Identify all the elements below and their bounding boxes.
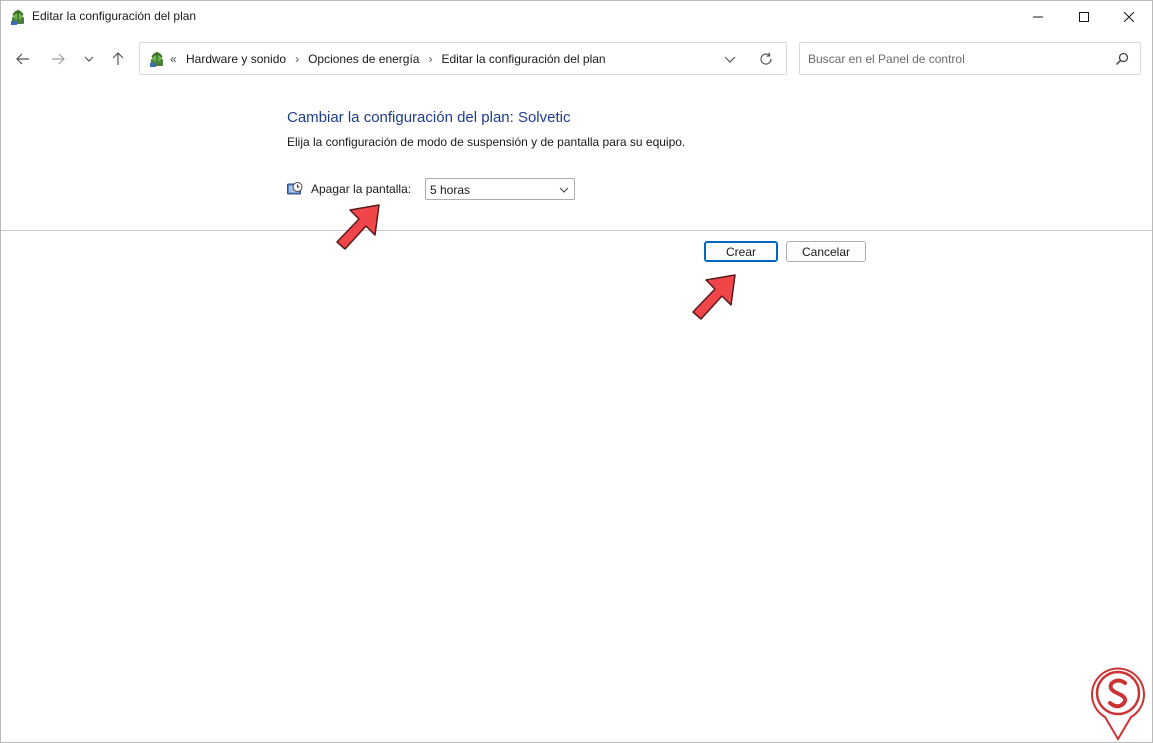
chevron-right-icon[interactable]: › xyxy=(428,52,432,66)
annotation-arrow-icon xyxy=(336,204,380,250)
chevron-down-icon xyxy=(559,187,569,193)
chevron-right-icon[interactable]: › xyxy=(295,52,299,66)
cancel-button[interactable]: Cancelar xyxy=(786,241,866,262)
close-icon xyxy=(1124,12,1134,22)
breadcrumb-item-hardware[interactable]: Hardware y sonido xyxy=(186,52,286,66)
recent-locations-button[interactable] xyxy=(79,49,99,69)
arrow-right-icon xyxy=(52,53,65,65)
solvetic-logo-icon xyxy=(1091,667,1145,741)
refresh-icon[interactable] xyxy=(758,51,774,67)
select-value: 5 horas xyxy=(430,183,471,197)
close-button[interactable] xyxy=(1106,1,1152,33)
up-button[interactable] xyxy=(108,49,128,69)
address-bar[interactable]: « Hardware y sonido › Opciones de energí… xyxy=(139,42,787,75)
search-box[interactable] xyxy=(799,42,1141,75)
minimize-button[interactable] xyxy=(1015,1,1061,33)
control-panel-icon xyxy=(150,52,163,67)
divider xyxy=(1,230,1152,231)
maximize-button[interactable] xyxy=(1061,1,1107,33)
search-input[interactable] xyxy=(808,51,1098,67)
maximize-icon xyxy=(1079,12,1089,22)
chevron-down-icon xyxy=(84,56,94,62)
navigation-bar: « Hardware y sonido › Opciones de energí… xyxy=(1,33,1152,85)
turn-off-display-select[interactable]: 5 horas xyxy=(425,178,575,200)
arrow-left-icon xyxy=(16,53,29,65)
page-description: Elija la configuración de modo de suspen… xyxy=(287,135,686,149)
breadcrumb-item-edit-plan[interactable]: Editar la configuración del plan xyxy=(441,52,605,66)
forward-button[interactable] xyxy=(48,49,68,69)
search-icon[interactable] xyxy=(1114,51,1130,67)
arrow-up-icon xyxy=(112,52,124,65)
window-title: Editar la configuración del plan xyxy=(32,9,197,23)
breadcrumb: Hardware y sonido › Opciones de energía … xyxy=(186,52,606,66)
title-bar: Editar la configuración del plan xyxy=(1,1,1152,33)
clock-monitor-icon xyxy=(287,182,303,195)
minimize-icon xyxy=(1033,16,1043,18)
chevron-down-icon[interactable] xyxy=(722,51,738,67)
overflow-chevron-icon[interactable]: « xyxy=(170,52,177,66)
turn-off-display-label: Apagar la pantalla: xyxy=(311,182,412,196)
breadcrumb-item-power-options[interactable]: Opciones de energía xyxy=(308,52,419,66)
annotation-arrow-icon xyxy=(692,274,736,320)
window: Editar la configuración del plan « Hardw… xyxy=(0,0,1153,743)
page-title: Cambiar la configuración del plan: Solve… xyxy=(287,109,571,126)
control-panel-icon xyxy=(11,10,24,25)
create-button[interactable]: Crear xyxy=(704,241,778,262)
back-button[interactable] xyxy=(13,49,33,69)
